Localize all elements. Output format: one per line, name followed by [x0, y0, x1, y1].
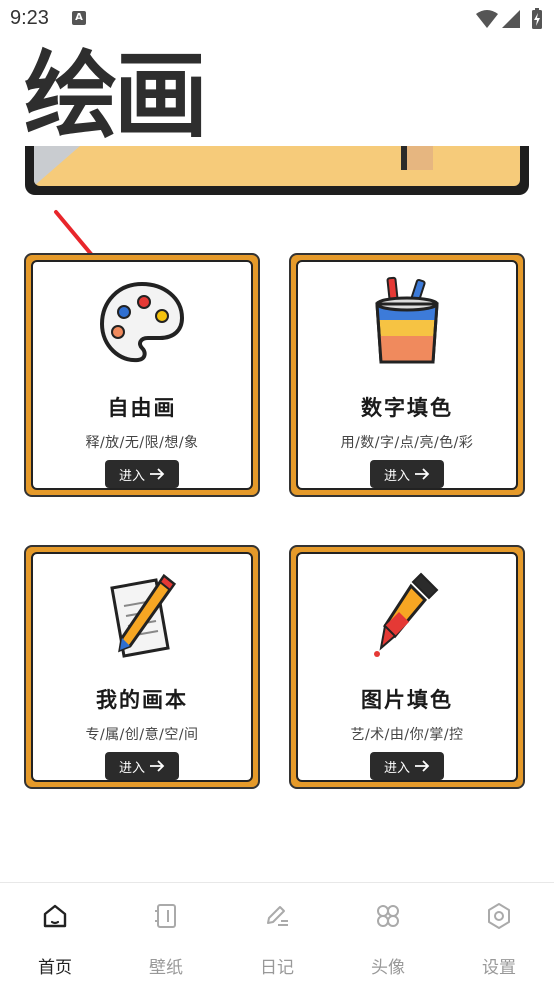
wifi-icon [476, 10, 498, 28]
nav-label: 首页 [38, 958, 72, 978]
enter-button[interactable]: 进入 [105, 752, 179, 780]
banner-pencil-tip [401, 146, 407, 170]
notebook-icon [155, 904, 176, 928]
arrow-right-icon [415, 760, 430, 772]
card-subtitle: 专/属/创/意/空/间 [85, 727, 199, 743]
card-image-color[interactable]: 图片填色 艺/术/由/你/掌/控 进入 [289, 545, 525, 789]
nav-item-settings[interactable]: 设置 [444, 883, 554, 985]
bottom-nav: 首页 壁纸 日记 头像 设置 [0, 882, 554, 985]
nav-item-home[interactable]: 首页 [0, 883, 110, 985]
banner-card [25, 146, 529, 195]
arrow-right-icon [150, 468, 165, 480]
enter-button-label: 进入 [118, 468, 145, 484]
home-icon [43, 904, 67, 928]
battery-icon [532, 8, 542, 29]
enter-button[interactable]: 进入 [370, 460, 444, 488]
card-subtitle: 用/数/字/点/亮/色/彩 [340, 435, 474, 451]
banner-decor-shape [34, 146, 80, 186]
nav-item-wallpaper[interactable]: 壁纸 [111, 883, 221, 985]
card-title: 数字填色 [361, 395, 453, 420]
nav-item-avatar[interactable]: 头像 [333, 883, 443, 985]
status-time: 9:23 [10, 7, 49, 29]
nav-label: 设置 [482, 958, 516, 978]
arrow-right-icon [415, 468, 430, 480]
signal-icon [502, 10, 520, 28]
dropper-icon [374, 572, 439, 657]
hexagon-settings-icon [488, 903, 510, 929]
banner[interactable]: 绘画 [0, 38, 554, 208]
paint-cup-icon [375, 276, 439, 364]
card-subtitle: 艺/术/由/你/掌/控 [350, 727, 464, 743]
nav-item-diary[interactable]: 日记 [222, 883, 332, 985]
card-title: 图片填色 [361, 687, 453, 712]
nav-label: 日记 [260, 958, 294, 978]
card-title: 自由画 [107, 395, 177, 420]
card-number-color[interactable]: 数字填色 用/数/字/点/亮/色/彩 进入 [289, 253, 525, 497]
enter-button-label: 进入 [383, 760, 410, 776]
edit-icon [267, 906, 288, 926]
palette-icon [99, 281, 185, 363]
card-my-sketchbook[interactable]: 我的画本 专/属/创/意/空/间 进入 [24, 545, 260, 789]
banner-title: 绘画 [24, 42, 208, 151]
enter-button[interactable]: 进入 [105, 460, 179, 488]
card-free-draw[interactable]: 自由画 释/放/无/限/想/象 进入 [24, 253, 260, 497]
notepad-pencil-icon [110, 573, 177, 658]
enter-button-label: 进入 [383, 468, 410, 484]
notification-icon: A [72, 11, 86, 25]
nav-label: 头像 [371, 958, 405, 978]
enter-button[interactable]: 进入 [370, 752, 444, 780]
card-title: 我的画本 [96, 687, 188, 712]
grid-icon [377, 905, 399, 927]
card-subtitle: 释/放/无/限/想/象 [85, 435, 199, 451]
status-bar: 9:23 A [0, 0, 554, 38]
arrow-right-icon [150, 760, 165, 772]
enter-button-label: 进入 [118, 760, 145, 776]
nav-label: 壁纸 [149, 958, 183, 978]
